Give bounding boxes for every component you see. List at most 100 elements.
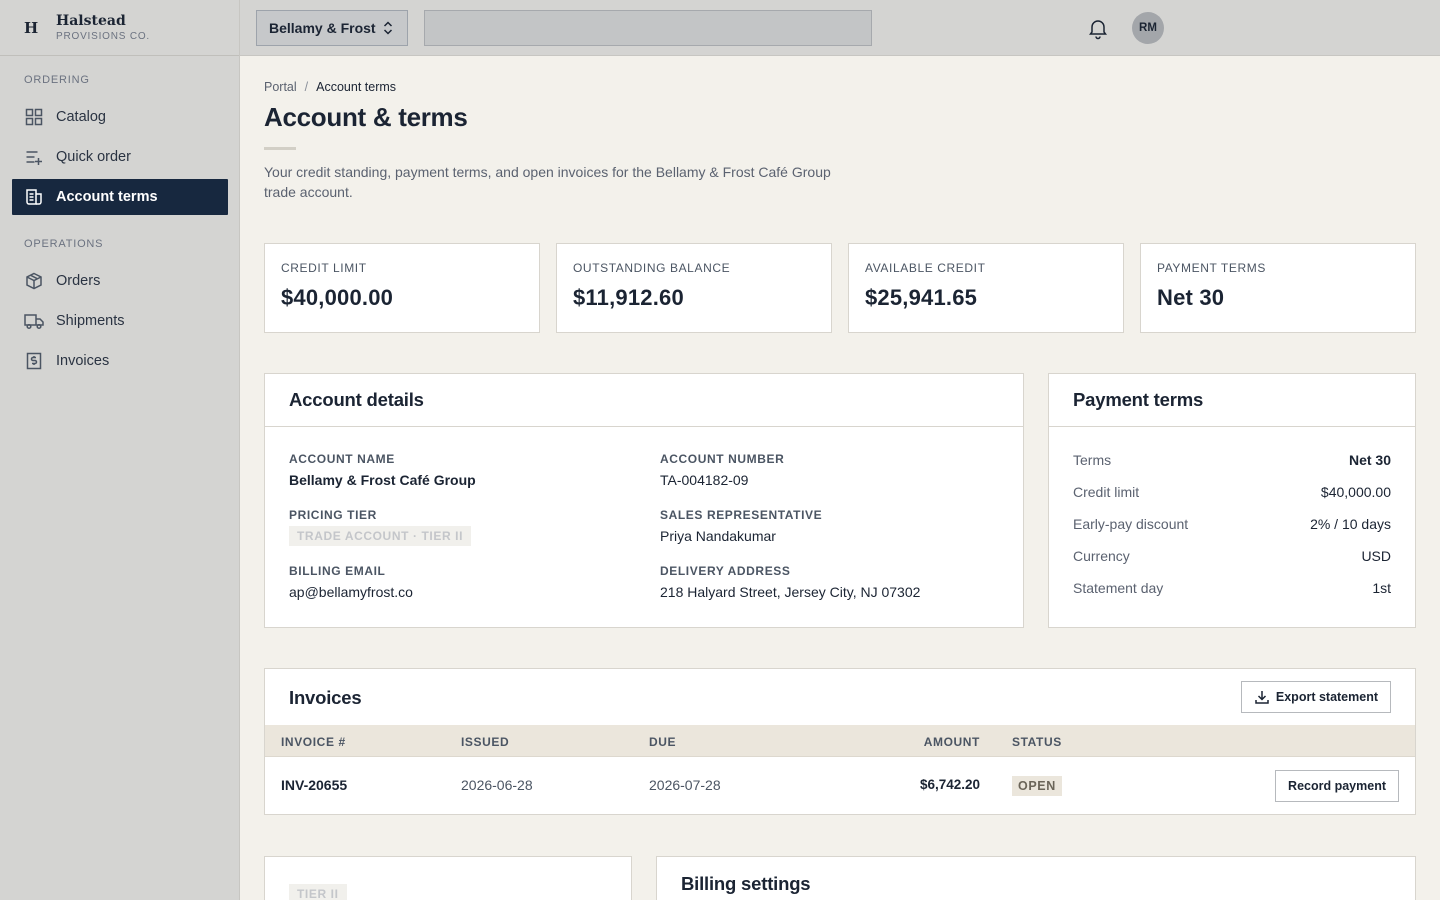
stat-value: Net 30	[1157, 285, 1225, 310]
field-value: Bellamy & Frost Café Group	[289, 472, 476, 488]
stat-label: CREDIT LIMIT	[281, 261, 367, 275]
field-label: DELIVERY ADDRESS	[660, 564, 791, 578]
stat-value: $11,912.60	[573, 285, 684, 310]
field-value: Priya Nandakumar	[660, 528, 776, 544]
term-row: Early-pay discount 2% / 10 days	[1073, 516, 1391, 532]
box-icon	[24, 271, 44, 291]
search-input[interactable]	[424, 10, 872, 46]
term-key: Terms	[1073, 452, 1112, 468]
sidebar-item-quick-order[interactable]: Quick order	[12, 139, 228, 175]
stat-available-credit: AVAILABLE CREDIT $25,941.65	[848, 243, 1124, 333]
field-label: ACCOUNT NUMBER	[660, 452, 785, 466]
invoices-card: Invoices Export statement INVOICE # ISSU…	[264, 668, 1416, 815]
account-switcher[interactable]: Bellamy & Frost	[256, 10, 408, 46]
sidebar-item-label: Catalog	[56, 109, 106, 125]
stat-label: OUTSTANDING BALANCE	[573, 261, 731, 275]
term-value: Net 30	[1348, 452, 1391, 468]
download-icon	[1255, 691, 1269, 704]
export-statement-button[interactable]: Export statement	[1240, 681, 1391, 713]
term-value: $40,000.00	[1320, 484, 1391, 500]
column-header[interactable]: STATUS	[1012, 735, 1062, 749]
term-key: Credit limit	[1073, 484, 1140, 500]
avatar[interactable]: RM	[1132, 12, 1164, 44]
field-account-name: ACCOUNT NAME Bellamy & Frost Café Group	[289, 452, 476, 488]
stat-outstanding-balance: OUTSTANDING BALANCE $11,912.60	[556, 243, 832, 333]
record-payment-button[interactable]: Record payment	[1275, 770, 1399, 802]
term-value: 1st	[1372, 580, 1391, 596]
sidebar-item-invoices[interactable]: Invoices	[12, 343, 228, 379]
column-header[interactable]: DUE	[649, 735, 676, 749]
invoice-amount: $6,742.20	[919, 777, 980, 792]
sidebar-item-shipments[interactable]: Shipments	[12, 303, 228, 339]
sidebar: H Halstead PROVISIONS CO. ORDERING Catal…	[0, 0, 240, 900]
tier-card: TIER II	[264, 856, 632, 900]
stat-label: PAYMENT TERMS	[1157, 261, 1266, 275]
breadcrumb-current: Account terms	[316, 80, 397, 94]
breadcrumb-root[interactable]: Portal	[264, 80, 297, 94]
field-label: ACCOUNT NAME	[289, 452, 395, 466]
field-value: 218 Halyard Street, Jersey City, NJ 0730…	[660, 584, 921, 600]
field-account-number: ACCOUNT NUMBER TA-004182-09	[660, 452, 784, 488]
field-value: TA-004182-09	[660, 472, 749, 488]
invoice-number[interactable]: INV-20655	[281, 777, 347, 793]
stat-label: AVAILABLE CREDIT	[865, 261, 986, 275]
column-header[interactable]: ISSUED	[461, 735, 509, 749]
brand-name: Halstead	[56, 12, 126, 29]
brand-logo-mark: H	[24, 18, 39, 37]
field-delivery-address: DELIVERY ADDRESS 218 Halyard Street, Jer…	[660, 564, 920, 600]
term-key: Early-pay discount	[1073, 516, 1189, 532]
sidebar-item-orders[interactable]: Orders	[12, 263, 228, 299]
account-switcher-label: Bellamy & Frost	[269, 20, 376, 36]
page-description: Your credit standing, payment terms, and…	[264, 164, 831, 200]
brand-subtitle: PROVISIONS CO.	[56, 30, 150, 42]
term-key: Currency	[1073, 548, 1130, 564]
nav-group-ordering: ORDERING	[24, 74, 90, 86]
breadcrumb-separator: /	[304, 80, 309, 94]
card-title: Payment terms	[1049, 374, 1415, 427]
sidebar-item-catalog[interactable]: Catalog	[12, 99, 228, 135]
sidebar-item-label: Shipments	[56, 313, 125, 329]
field-label: BILLING EMAIL	[289, 564, 386, 578]
term-value: 2% / 10 days	[1310, 516, 1391, 532]
column-header[interactable]: INVOICE #	[281, 735, 346, 749]
sidebar-item-label: Invoices	[56, 353, 110, 369]
field-billing-email: BILLING EMAIL ap@bellamyfrost.co	[289, 564, 413, 600]
nav-group-operations: OPERATIONS	[24, 238, 104, 250]
tier-badge: TIER II	[289, 884, 347, 900]
card-title: Invoices	[289, 687, 362, 708]
pricing-tier-badge: TRADE ACCOUNT · TIER II	[289, 526, 472, 546]
invoice-issued: 2026-06-28	[461, 777, 533, 793]
list-plus-icon	[24, 147, 44, 167]
invoice-due: 2026-07-28	[649, 777, 721, 793]
grid-icon	[24, 107, 44, 127]
card-title: Billing settings	[681, 873, 811, 894]
term-row: Terms Net 30	[1073, 452, 1391, 468]
column-header[interactable]: AMOUNT	[924, 735, 980, 749]
stat-payment-terms: PAYMENT TERMS Net 30	[1140, 243, 1416, 333]
stat-value: $40,000.00	[281, 285, 394, 310]
field-value: ap@bellamyfrost.co	[289, 584, 413, 600]
brand[interactable]: H Halstead PROVISIONS CO.	[0, 0, 239, 56]
receipt-icon	[24, 187, 44, 207]
billing-settings-card: Billing settings	[656, 856, 1416, 900]
field-sales-rep: SALES REPRESENTATIVE Priya Nandakumar	[660, 508, 822, 544]
title-divider	[264, 147, 296, 150]
stat-credit-limit: CREDIT LIMIT $40,000.00	[264, 243, 540, 333]
status-badge: OPEN	[1012, 776, 1062, 796]
field-label: PRICING TIER	[289, 508, 377, 522]
term-row: Credit limit $40,000.00	[1073, 484, 1391, 500]
page-title: Account & terms	[264, 102, 468, 132]
breadcrumb: Portal / Account terms	[264, 80, 396, 94]
field-label: SALES REPRESENTATIVE	[660, 508, 823, 522]
account-details-card: Account details ACCOUNT NAME Bellamy & F…	[264, 373, 1024, 628]
sidebar-item-label: Orders	[56, 273, 101, 289]
term-key: Statement day	[1073, 580, 1164, 596]
stat-value: $25,941.65	[865, 285, 978, 310]
term-row: Statement day 1st	[1073, 580, 1391, 596]
sidebar-item-account-terms[interactable]: Account terms	[12, 179, 228, 215]
dollar-doc-icon	[24, 351, 44, 371]
export-statement-label: Export statement	[1275, 690, 1378, 704]
bell-icon[interactable]	[1086, 16, 1110, 40]
term-row: Currency USD	[1073, 548, 1391, 564]
field-pricing-tier: PRICING TIER TRADE ACCOUNT · TIER II	[289, 508, 472, 546]
